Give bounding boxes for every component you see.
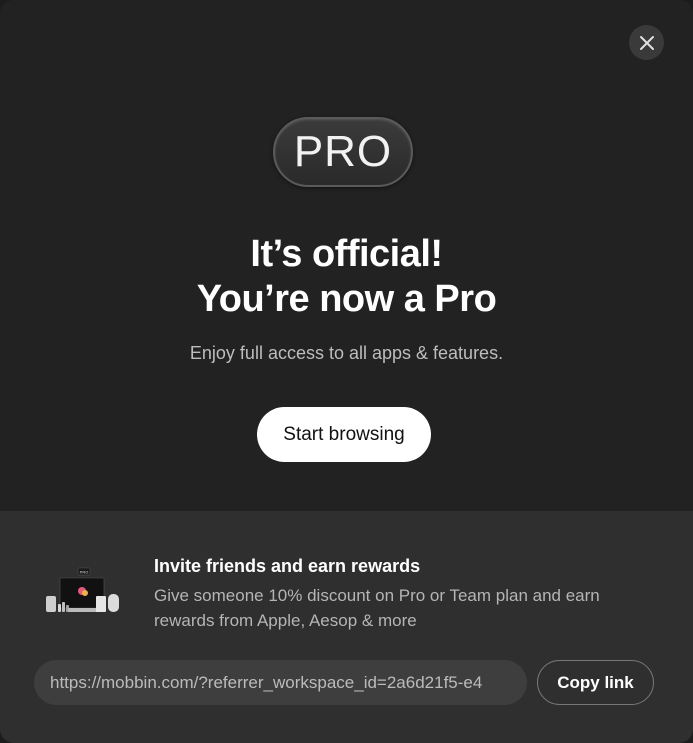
referral-link-field[interactable]: https://mobbin.com/?referrer_workspace_i… [34,660,527,705]
referral-title: Invite friends and earn rewards [154,556,421,576]
subtitle: Enjoy full access to all apps & features… [189,343,504,363]
close-button[interactable] [629,25,664,60]
headline-line-1: It’s official! [250,233,443,275]
rewards-products-image: PRO [46,567,119,612]
referral-description: Give someone 10% discount on Pro or Team… [154,586,600,630]
headline-line-2: You’re now a Pro [196,278,497,320]
close-icon [639,35,654,50]
copy-link-button[interactable]: Copy link [537,660,654,705]
headline: It’s official! You’re now a Pro [0,232,693,322]
start-browsing-button[interactable]: Start browsing [257,407,431,462]
referral-panel: PRO Invite friends and earn rewards Give… [0,511,693,743]
pro-badge: PRO [273,117,413,187]
modal-hero: PRO It’s official! You’re now a Pro Enjo… [0,0,693,511]
image-badge-text: PRO [80,569,89,574]
pro-welcome-modal: PRO It’s official! You’re now a Pro Enjo… [0,0,693,743]
